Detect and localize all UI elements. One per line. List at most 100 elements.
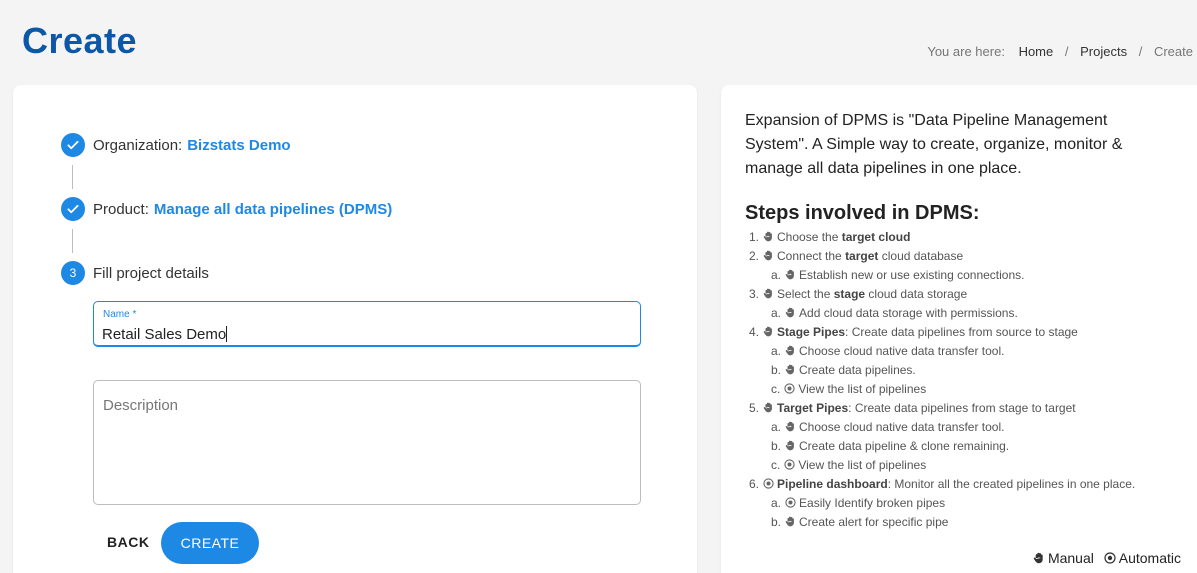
list-text: : Create data pipelines from source to s… [845,325,1078,339]
steps-list-item: a. Choose cloud native data transfer tool… [771,419,1004,435]
list-text: View the list of pipelines [798,382,927,396]
hand-icon [1033,552,1043,564]
list-text: cloud database [878,249,964,263]
auto-icon [785,496,799,510]
step-label: Fill project details [93,264,209,282]
create-button[interactable]: CREATE [161,522,259,564]
list-text: Choose cloud native data transfer tool. [799,344,1005,358]
breadcrumb-separator: / [1138,44,1143,59]
steps-list-item: 6. Pipeline dashboard: Monitor all the cr… [749,476,1135,492]
list-text: Select the [777,287,834,301]
list-text: View the list of pipelines [798,458,927,472]
list-text: stage [833,287,866,301]
auto-icon [784,382,798,396]
legend-manual: Manual [1033,550,1098,566]
breadcrumb-current: Create [1153,44,1193,59]
hand-icon [785,306,799,320]
step-number: 3 [61,261,85,285]
list-text: Create data pipelines. [799,363,916,377]
step-connector [72,165,73,189]
list-marker: a. [771,344,782,358]
list-marker: c. [771,382,781,396]
steps-list-item: 3. Select the stage cloud data storage [749,286,967,302]
list-text: Connect the [777,249,846,263]
list-text: : Monitor all the created pipelines in o… [887,477,1136,491]
list-text: Pipeline dashboard [777,477,888,491]
hand-icon [763,401,777,415]
list-text: target cloud [841,230,911,244]
breadcrumb-prefix: You are here: [927,44,1005,59]
steps-list-item: b. Create alert for specific pipe [771,514,948,530]
step-label: Product: [93,200,149,218]
project-form-card: Organization: Bizstats Demo Product: Man… [13,85,697,573]
name-label: Name * [103,309,137,320]
steps-list-item: 4. Stage Pipes: Create data pipelines fro… [749,324,1078,340]
list-marker: a. [771,268,782,282]
breadcrumb-home[interactable]: Home [1019,44,1054,59]
list-marker: b. [771,439,782,453]
back-button[interactable]: BACK [107,534,149,550]
steps-title: Steps involved in DPMS: [745,202,980,224]
list-marker: 2. [749,249,760,263]
name-field[interactable]: Name * Retail Sales Demo [93,301,641,347]
list-marker: 5. [749,401,760,415]
steps-list-item: a. Easily Identify broken pipes [771,495,945,511]
steps-list-item: 1. Choose the target cloud [749,229,910,245]
list-marker: a. [771,420,782,434]
list-text: Add cloud data storage with permissions. [799,306,1018,320]
steps-list-item: a. Choose cloud native data transfer tool… [771,343,1004,359]
list-text: Create alert for specific pipe [799,515,949,529]
hand-icon [763,325,777,339]
hand-icon [785,344,799,358]
page-title: Create [22,20,138,61]
hand-icon [785,420,799,434]
step-fill-details: 3 Fill project details [61,261,209,285]
breadcrumb-projects[interactable]: Projects [1080,44,1127,59]
steps-list-item: a. Establish new or use existing connecti… [771,267,1024,283]
steps-list-item: c. View the list of pipelines [771,457,926,473]
list-text: Choose the [777,230,842,244]
list-text: Easily Identify broken pipes [799,496,946,510]
list-marker: 1. [749,230,760,244]
list-text: target [845,249,879,263]
breadcrumb: You are here: Home / Projects / Create [927,44,1193,59]
check-icon [61,133,85,157]
list-marker: a. [771,496,782,510]
step-label: Organization: [93,136,183,154]
step-connector [72,229,73,253]
description-placeholder: Description [103,397,179,414]
step-organization: Organization: Bizstats Demo [61,133,291,157]
auto-icon [763,477,777,491]
legend: Manual Automatic [1033,550,1181,566]
list-marker: c. [771,458,781,472]
list-text: Stage Pipes [777,325,846,339]
list-marker: b. [771,363,782,377]
list-marker: b. [771,515,782,529]
step-product: Product: Manage all data pipelines (DPMS… [61,197,392,221]
steps-list-item: a. Add cloud data storage with permission… [771,305,1018,321]
hand-icon [785,439,799,453]
check-icon [61,197,85,221]
list-marker: 6. [749,477,760,491]
steps-list-item: b. Create data pipeline & clone remaining… [771,438,1009,454]
list-text: cloud data storage [865,287,968,301]
list-text: Create data pipeline & clone remaining. [799,439,1010,453]
hand-icon [785,268,799,282]
description-field[interactable]: Description [93,380,641,505]
list-marker: 3. [749,287,760,301]
hand-icon [763,287,777,301]
steps-list-item: 2. Connect the target cloud database [749,248,963,264]
auto-icon [784,458,798,472]
intro-text: Expansion of DPMS is "Data Pipeline Mana… [745,112,1123,177]
hand-icon [785,515,799,529]
legend-automatic: Automatic [1104,550,1181,566]
breadcrumb-separator: / [1064,44,1069,59]
product-value: Manage all data pipelines (DPMS) [153,200,393,218]
list-text: Target Pipes [777,401,849,415]
info-card: Expansion of DPMS is "Data Pipeline Mana… [721,85,1197,573]
list-text: : Create data pipelines from stage to ta… [848,401,1076,415]
list-marker: a. [771,306,782,320]
name-input[interactable]: Retail Sales Demo [102,326,226,343]
steps-list-item: b. Create data pipelines. [771,362,916,378]
list-text: Establish new or use existing connection… [799,268,1025,282]
